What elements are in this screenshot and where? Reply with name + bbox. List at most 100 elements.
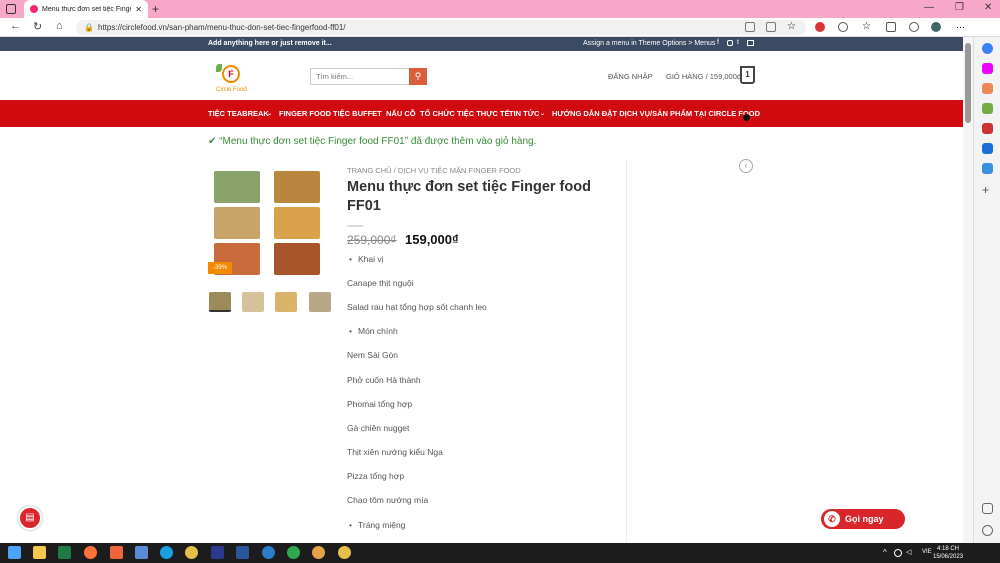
- app-2-icon[interactable]: [135, 546, 148, 559]
- breadcrumb[interactable]: TRANG CHỦ / DỊCH VỤ TIỆC MẶN FINGER FOOD: [347, 166, 521, 175]
- new-tab-icon[interactable]: +: [152, 2, 159, 16]
- tools-icon[interactable]: [982, 103, 993, 114]
- extension-2-icon[interactable]: [838, 22, 848, 32]
- more-menu-icon[interactable]: ⋯: [956, 22, 966, 32]
- main-menu: TIỆC TEABREAK ⌄ FINGER FOOD TIỆC BUFFET …: [0, 100, 963, 127]
- file-explorer-icon[interactable]: [33, 546, 46, 559]
- menu-item-tin-tuc[interactable]: TIN TỨC: [509, 109, 539, 118]
- chrome-3-icon[interactable]: [338, 546, 351, 559]
- home-icon[interactable]: ⌂: [56, 20, 63, 32]
- logo-mark-icon: F: [222, 65, 240, 83]
- logo-leaf-icon: [216, 64, 222, 72]
- games-icon[interactable]: [982, 123, 993, 134]
- sidebar-settings-icon[interactable]: [982, 525, 993, 536]
- favorites-icon[interactable]: ☆: [862, 22, 872, 32]
- menu-item-nau-co[interactable]: NẤU CỖ: [386, 109, 416, 118]
- add-sidebar-icon[interactable]: +: [982, 184, 993, 196]
- taskbar-clock[interactable]: 4:18 CH 15/06/2023: [933, 545, 963, 561]
- search-button-icon[interactable]: ⚲: [409, 68, 427, 85]
- product-gallery[interactable]: -39%: [208, 165, 331, 283]
- page-scrollbar[interactable]: [963, 37, 973, 543]
- gallery-thumb-2[interactable]: [242, 292, 264, 312]
- instagram-icon[interactable]: [727, 40, 733, 46]
- read-aloud-icon[interactable]: [766, 22, 776, 32]
- menu-item-huong-dan[interactable]: HƯỚNG DẪN ĐẶT DỊCH VỤ/SẢN PHẨM TẠI CIRCL…: [552, 109, 760, 118]
- gallery-photo-nuggets: [274, 207, 320, 239]
- language-indicator[interactable]: VIE: [922, 549, 932, 555]
- start-icon[interactable]: [8, 546, 21, 559]
- desc-line: Phở cuốn Hà thành: [347, 375, 421, 385]
- hide-sidebar-icon[interactable]: [982, 503, 993, 514]
- menu-item-buffet[interactable]: TIỆC BUFFET: [333, 109, 382, 118]
- logo-text: Circle Food: [216, 87, 247, 93]
- menu-item-to-chuc-tiec[interactable]: TỔ CHỨC TIỆC THỰC TẾ: [420, 109, 510, 118]
- twitter-icon[interactable]: t: [737, 39, 739, 46]
- favorite-star-icon[interactable]: ☆: [787, 22, 797, 32]
- scrollbar-thumb[interactable]: [965, 43, 971, 123]
- tab-close-icon[interactable]: ✕: [135, 5, 142, 14]
- call-now-button[interactable]: ✆ Gọi ngay: [821, 509, 905, 529]
- firefox-icon[interactable]: [84, 546, 97, 559]
- close-window-icon[interactable]: ✕: [984, 2, 992, 13]
- address-bar[interactable]: 🔒 https://circlefood.vn/san-pham/menu-th…: [76, 20, 806, 35]
- gallery-photo-skewers: [274, 243, 320, 275]
- browser-tab-active[interactable]: Menu thực đơn set tiệc Finger fo ✕: [24, 0, 148, 18]
- tab-favicon-icon: [30, 5, 38, 13]
- gallery-thumb-3[interactable]: [275, 292, 297, 312]
- facebook-icon[interactable]: f: [717, 39, 719, 46]
- browser-menu-icon[interactable]: [6, 4, 16, 14]
- outlook-icon[interactable]: [982, 143, 993, 154]
- desc-bullet: Khai vị: [349, 254, 383, 264]
- login-link[interactable]: ĐĂNG NHẬP: [608, 72, 653, 81]
- desc-line: Canape thịt nguội: [347, 278, 414, 288]
- menu-item-teabreak[interactable]: TIỆC TEABREAK: [208, 109, 269, 118]
- cart-count-badge[interactable]: 1: [740, 66, 755, 84]
- speaker-icon[interactable]: ◁: [906, 548, 911, 556]
- compare-icon[interactable]: ‹: [739, 159, 753, 173]
- gallery-thumb-1[interactable]: [209, 292, 231, 312]
- drop-icon[interactable]: [982, 163, 993, 174]
- phone-icon: ✆: [824, 511, 840, 527]
- desc-line: Nem Sài Gòn: [347, 350, 399, 360]
- edge-taskbar-icon[interactable]: [160, 546, 173, 559]
- email-icon[interactable]: [747, 40, 754, 46]
- desc-line: Pizza tổng hợp: [347, 471, 405, 481]
- page-title: Menu thực đơn set tiệc Finger food FF01: [347, 179, 591, 214]
- collections-icon[interactable]: [886, 22, 896, 32]
- edge-sidebar: +: [973, 37, 1000, 543]
- app-3-icon[interactable]: [287, 546, 300, 559]
- site-logo[interactable]: F Circle Food: [216, 61, 248, 95]
- search-input[interactable]: Tìm kiếm...: [310, 68, 410, 85]
- gallery-photo-rolls: [274, 171, 320, 203]
- tray-chevron-icon[interactable]: ^: [883, 548, 887, 557]
- tray-app-icon[interactable]: [894, 549, 902, 557]
- browser-toolbar: ← ↻ ⌂ 🔒 https://circlefood.vn/san-pham/m…: [0, 18, 1000, 37]
- cart-link[interactable]: GIỎ HÀNG / 159,000đ: [666, 72, 741, 81]
- chat-widget-icon[interactable]: ▤: [18, 506, 42, 530]
- word-icon[interactable]: [236, 546, 249, 559]
- profile-avatar[interactable]: [931, 22, 941, 32]
- back-icon[interactable]: ←: [10, 20, 21, 32]
- chrome-icon[interactable]: [185, 546, 198, 559]
- chrome-2-icon[interactable]: [312, 546, 325, 559]
- clock-time: 4:18 CH: [937, 546, 960, 552]
- app-icon[interactable]: [110, 546, 123, 559]
- minimize-icon[interactable]: —: [924, 2, 934, 13]
- photoshop-icon[interactable]: [211, 546, 224, 559]
- extension-icon[interactable]: [815, 22, 825, 32]
- performance-icon[interactable]: [909, 22, 919, 32]
- excel-icon[interactable]: [58, 546, 71, 559]
- chevron-down-icon: ⌄: [267, 111, 273, 117]
- site-header: F Circle Food Tìm kiếm... ⚲ ĐĂNG NHẬP GI…: [0, 51, 963, 100]
- gallery-thumb-4[interactable]: [309, 292, 331, 312]
- added-to-cart-notice: ✔ “Menu thực đơn set tiệc Finger food FF…: [208, 136, 537, 147]
- app-available-icon[interactable]: [745, 22, 755, 32]
- search-sidebar-icon[interactable]: [982, 63, 993, 74]
- reload-icon[interactable]: ↻: [33, 20, 42, 33]
- zoom-icon[interactable]: [262, 546, 275, 559]
- copilot-icon[interactable]: [982, 43, 993, 54]
- shopping-icon[interactable]: [982, 83, 993, 94]
- browser-tab-strip: Menu thực đơn set tiệc Finger fo ✕ + — ❐…: [0, 0, 1000, 18]
- restore-icon[interactable]: ❐: [955, 2, 964, 13]
- menu-item-finger-food[interactable]: FINGER FOOD: [279, 109, 331, 118]
